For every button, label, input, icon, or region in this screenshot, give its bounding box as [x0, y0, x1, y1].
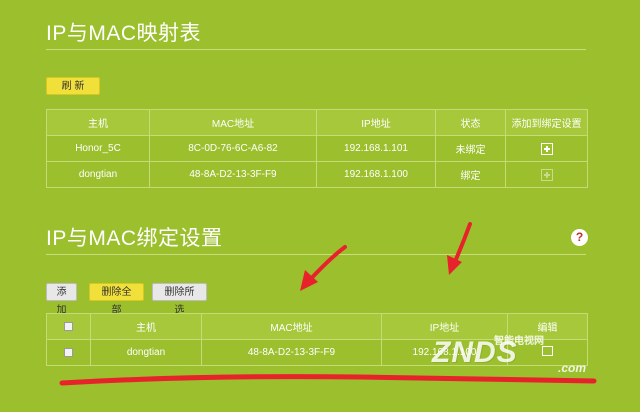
mac-cell: 48-8A-D2-13-3F-F9: [201, 339, 382, 366]
mapping-table: 主机 MAC地址 IP地址 状态 添加到绑定设置 Honor_5C 8C-0D-…: [46, 109, 588, 188]
delete-selected-button[interactable]: 删除所选: [152, 283, 207, 316]
select-all-cell: [46, 313, 91, 340]
plus-icon: [540, 168, 553, 181]
edit-icon[interactable]: [542, 346, 553, 356]
status-cell: 绑定: [435, 161, 506, 188]
host-cell: dongtian: [46, 161, 150, 188]
help-icon[interactable]: ?: [571, 229, 588, 246]
column-header: MAC地址: [149, 109, 317, 136]
column-header: MAC地址: [201, 313, 382, 340]
table-row: Honor_5C 8C-0D-76-6C-A6-82 192.168.1.101…: [46, 135, 588, 162]
column-header: 添加到绑定设置: [505, 109, 588, 136]
row-checkbox[interactable]: [64, 347, 73, 357]
add-binding-cell: [505, 161, 588, 188]
mapping-table-title: IP与MAC映射表: [46, 22, 202, 45]
underline-mark: [59, 374, 597, 386]
add-button[interactable]: 添加: [46, 283, 77, 316]
status-cell: 未绑定: [435, 135, 506, 162]
column-header: 主机: [46, 109, 150, 136]
title-divider: [46, 49, 586, 50]
mac-cell: 8C-0D-76-6C-A6-82: [149, 135, 317, 162]
watermark-suffix: .com: [558, 361, 587, 375]
select-all-checkbox[interactable]: [64, 321, 73, 331]
refresh-button[interactable]: 刷 新: [46, 77, 100, 95]
table-header-row: 主机 MAC地址 IP地址 状态 添加到绑定设置: [46, 109, 588, 136]
plus-icon[interactable]: [540, 142, 553, 155]
arrow-mark: [447, 222, 472, 275]
column-header: 状态: [435, 109, 506, 136]
host-cell: dongtian: [90, 339, 202, 366]
mac-cell: 48-8A-D2-13-3F-F9: [149, 161, 317, 188]
host-cell: Honor_5C: [46, 135, 150, 162]
column-header: 主机: [90, 313, 202, 340]
watermark-logo: ZNDS: [432, 336, 518, 369]
add-binding-cell: [505, 135, 588, 162]
delete-all-button[interactable]: 删除全部: [89, 283, 144, 316]
binding-settings-title: IP与MAC绑定设置: [46, 227, 223, 250]
ip-cell: 192.168.1.100: [316, 161, 436, 188]
ip-cell: 192.168.1.101: [316, 135, 436, 162]
table-row: dongtian 48-8A-D2-13-3F-F9 192.168.1.100…: [46, 161, 588, 188]
select-cell: [46, 339, 91, 366]
title-divider: [46, 254, 586, 255]
column-header: IP地址: [316, 109, 436, 136]
